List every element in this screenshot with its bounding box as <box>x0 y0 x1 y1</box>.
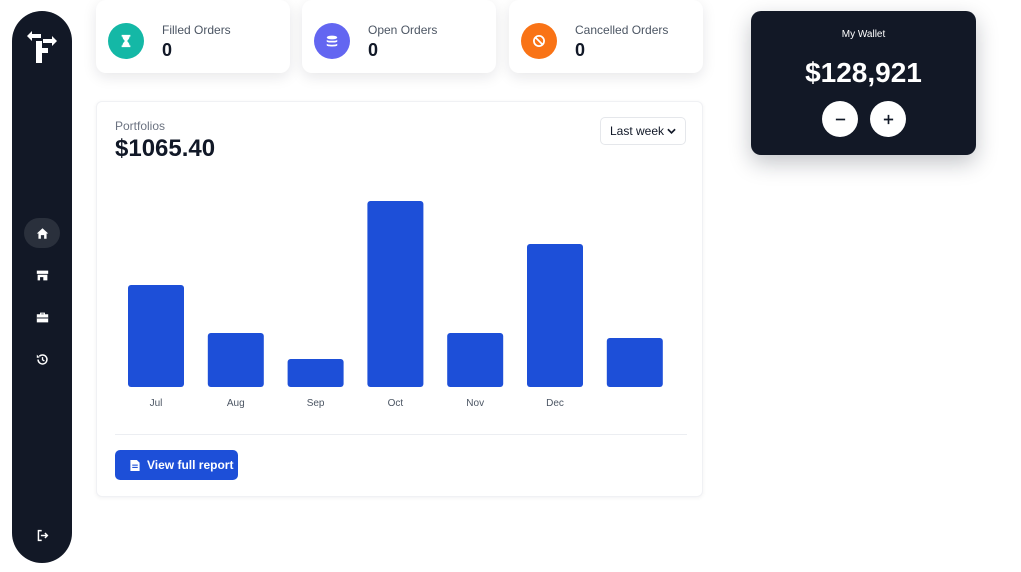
plus-icon <box>883 114 893 124</box>
stat-icon-open <box>314 23 350 59</box>
stat-value: 0 <box>162 40 173 60</box>
deposit-button[interactable] <box>870 101 906 137</box>
logout-icon <box>37 529 48 541</box>
view-full-report-label: View full report <box>147 458 234 472</box>
chart-x-tick-label: Aug <box>227 398 245 409</box>
stat-card-filled-orders: Filled Orders 0 <box>96 0 290 73</box>
nav-home[interactable] <box>24 218 60 248</box>
briefcase-icon <box>36 312 48 322</box>
stat-value: 0 <box>368 40 379 60</box>
document-icon <box>130 459 140 471</box>
nav-store[interactable] <box>24 260 60 290</box>
logout-button[interactable] <box>24 520 60 550</box>
minus-icon <box>835 118 845 120</box>
chart-bar <box>367 201 424 387</box>
stat-card-cancelled-orders: Cancelled Orders 0 <box>509 0 703 73</box>
stat-label: Filled Orders <box>162 23 231 37</box>
stat-icon-filled <box>108 23 144 59</box>
stat-value: 0 <box>575 40 586 60</box>
chart-bar <box>606 338 663 387</box>
nav-briefcase[interactable] <box>24 302 60 332</box>
sidebar <box>12 11 72 563</box>
ban-icon <box>533 35 545 47</box>
portfolio-bar-chart: Jul Aug Sep Oct Nov Dec <box>128 201 663 409</box>
chart-x-tick-label: Sep <box>307 398 325 409</box>
chart-x-tick-label: Dec <box>546 398 564 409</box>
wallet-title: My Wallet <box>841 29 886 40</box>
chart-x-tick-label: Oct <box>388 398 404 409</box>
hourglass-icon <box>121 34 131 48</box>
divider <box>115 434 687 435</box>
portfolio-card: Portfolios $1065.40 Last week Jul Aug Sep O… <box>96 101 703 497</box>
logo-icon <box>27 31 57 63</box>
chart-bar <box>128 285 184 387</box>
withdraw-button[interactable] <box>822 101 858 137</box>
wallet-card: My Wallet $128,921 <box>751 11 976 155</box>
home-icon <box>36 227 48 239</box>
store-icon <box>36 270 48 280</box>
stat-label: Cancelled Orders <box>575 23 669 37</box>
chart-bar <box>447 333 504 387</box>
chart-bar <box>287 359 344 387</box>
chart-x-tick-label: Jul <box>150 398 163 409</box>
chart-bar <box>207 333 264 387</box>
wallet-amount: $128,921 <box>805 57 922 88</box>
coins-icon <box>326 35 338 47</box>
stat-label: Open Orders <box>368 23 438 37</box>
chart-x-tick-label: Nov <box>466 398 484 409</box>
stat-icon-cancelled <box>521 23 557 59</box>
nav-history[interactable] <box>24 344 60 374</box>
history-icon <box>36 353 48 365</box>
view-full-report-button[interactable]: View full report <box>115 450 238 480</box>
stat-card-open-orders: Open Orders 0 <box>302 0 496 73</box>
chart-bar <box>527 244 583 387</box>
